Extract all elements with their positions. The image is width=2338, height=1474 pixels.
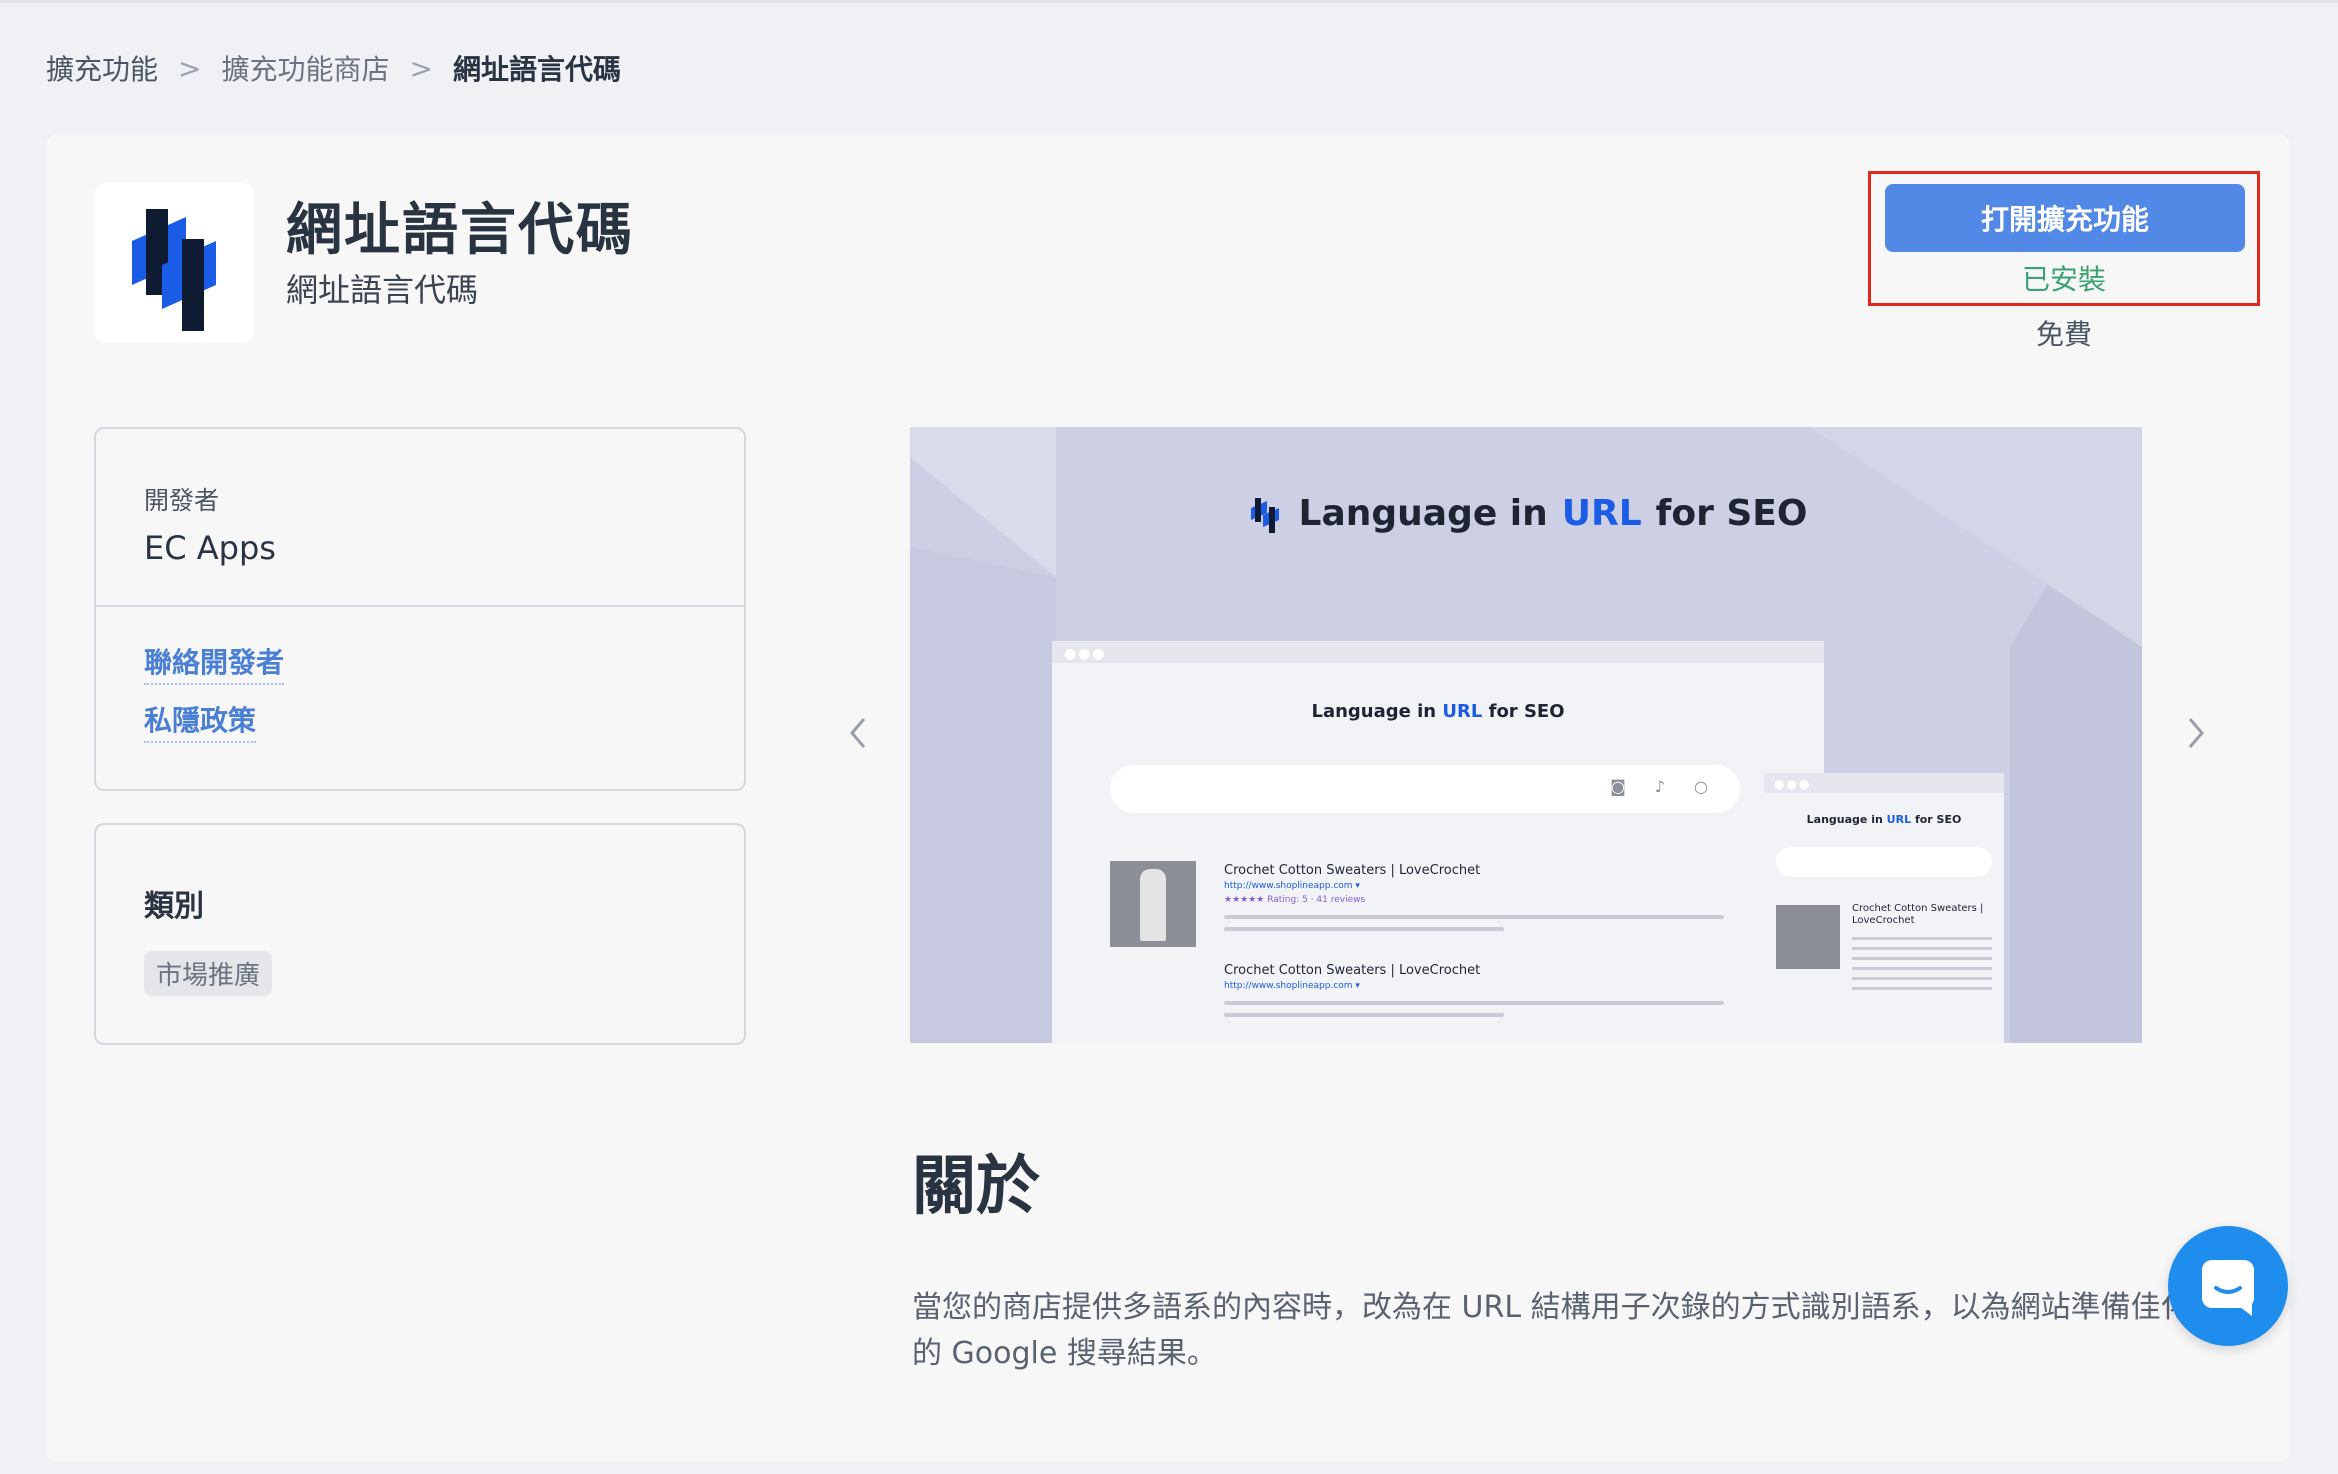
screenshot-carousel-image[interactable]: Language in URL for SEO ●●● Language in …: [910, 427, 2142, 1043]
result-snippet: [1852, 937, 1992, 997]
app-logo-icon: [94, 183, 254, 343]
result-thumbnail: [1776, 905, 1840, 969]
mobile-mockup: ●●● Language in URL for SEO Crochet Cott…: [1764, 773, 2004, 1043]
app-title: 網址語言代碼: [286, 198, 634, 263]
window-dots-icon: ●●●: [1064, 646, 1107, 662]
install-action-highlight: 打開擴充功能 已安裝: [1868, 171, 2260, 306]
breadcrumb-separator: >: [409, 51, 433, 85]
mobile-heading: Language in URL for SEO: [1806, 813, 1962, 826]
about-text: 當您的商店提供多語系的內容時，改為在 URL 結構用子次錄的方式識別語系，以為網…: [912, 1290, 2191, 1371]
divider: [96, 605, 744, 607]
top-divider: [0, 0, 2338, 3]
result-rating: ★★★★★ Rating: 5 · 41 reviews: [1224, 895, 1366, 905]
chevron-right-icon[interactable]: [2176, 703, 2216, 763]
breadcrumb-separator: >: [178, 51, 202, 85]
price-label: 免費: [2035, 318, 2092, 351]
result-title: Crochet Cotton Sweaters | LoveCrochet: [1852, 903, 1984, 926]
chevron-left-icon[interactable]: [838, 703, 878, 763]
heading-text-url: URL: [1561, 493, 1642, 534]
contact-developer-link[interactable]: 聯絡開發者: [144, 641, 285, 685]
privacy-policy-link[interactable]: 私隱政策: [144, 699, 257, 743]
open-extension-button[interactable]: 打開擴充功能: [1885, 184, 2245, 252]
heading-text-post: for SEO: [1655, 493, 1808, 534]
breadcrumb-current: 網址語言代碼: [452, 53, 621, 86]
result-link: http://www.shoplineapp.com ▾: [1224, 881, 1360, 891]
category-panel: 類別 市場推廣: [94, 823, 746, 1045]
installed-status: 已安裝: [2021, 263, 2106, 296]
app-detail-card: 網址語言代碼 網址語言代碼 打開擴充功能 已安裝 免費 開發者 EC Apps …: [46, 135, 2290, 1461]
developer-name: EC Apps: [144, 529, 276, 567]
developer-label: 開發者: [144, 486, 220, 515]
search-tool-icons: ◙ ♪ ○: [1610, 777, 1720, 796]
result-snippet: [1224, 913, 1734, 935]
chat-bubble-icon[interactable]: [2168, 1226, 2288, 1346]
breadcrumb-extensions[interactable]: 擴充功能: [46, 48, 158, 88]
result-title: Crochet Cotton Sweaters | LoveCrochet: [1224, 863, 1481, 878]
heading-text-pre: Language in: [1298, 493, 1548, 534]
category-title: 類別: [144, 889, 204, 924]
category-tag[interactable]: 市場推廣: [144, 951, 273, 996]
screenshot-heading: Language in URL for SEO: [910, 493, 2142, 534]
mock-search-bar: [1776, 847, 1992, 877]
window-dots-icon: ●●●: [1774, 777, 1812, 791]
result-thumbnail: [1110, 861, 1196, 947]
result-title: Crochet Cotton Sweaters | LoveCrochet: [1224, 963, 1481, 978]
breadcrumb-extension-store[interactable]: 擴充功能商店: [221, 48, 389, 88]
result-link: http://www.shoplineapp.com ▾: [1224, 981, 1360, 991]
breadcrumb: 擴充功能 > 擴充功能商店 > 網址語言代碼: [46, 48, 621, 88]
result-snippet: [1224, 999, 1734, 1021]
browser-mockup: ●●● Language in URL for SEO ◙ ♪ ○ Croche…: [1052, 641, 1824, 1043]
mock-search-bar: ◙ ♪ ○: [1110, 765, 1740, 813]
about-title: 關於: [912, 1150, 1040, 1224]
app-subtitle: 網址語言代碼: [286, 271, 479, 309]
browser-heading: Language in URL for SEO: [1311, 701, 1565, 722]
app-logo-small-icon: [1250, 497, 1279, 533]
developer-panel: 開發者 EC Apps 聯絡開發者 私隱政策: [94, 427, 746, 791]
